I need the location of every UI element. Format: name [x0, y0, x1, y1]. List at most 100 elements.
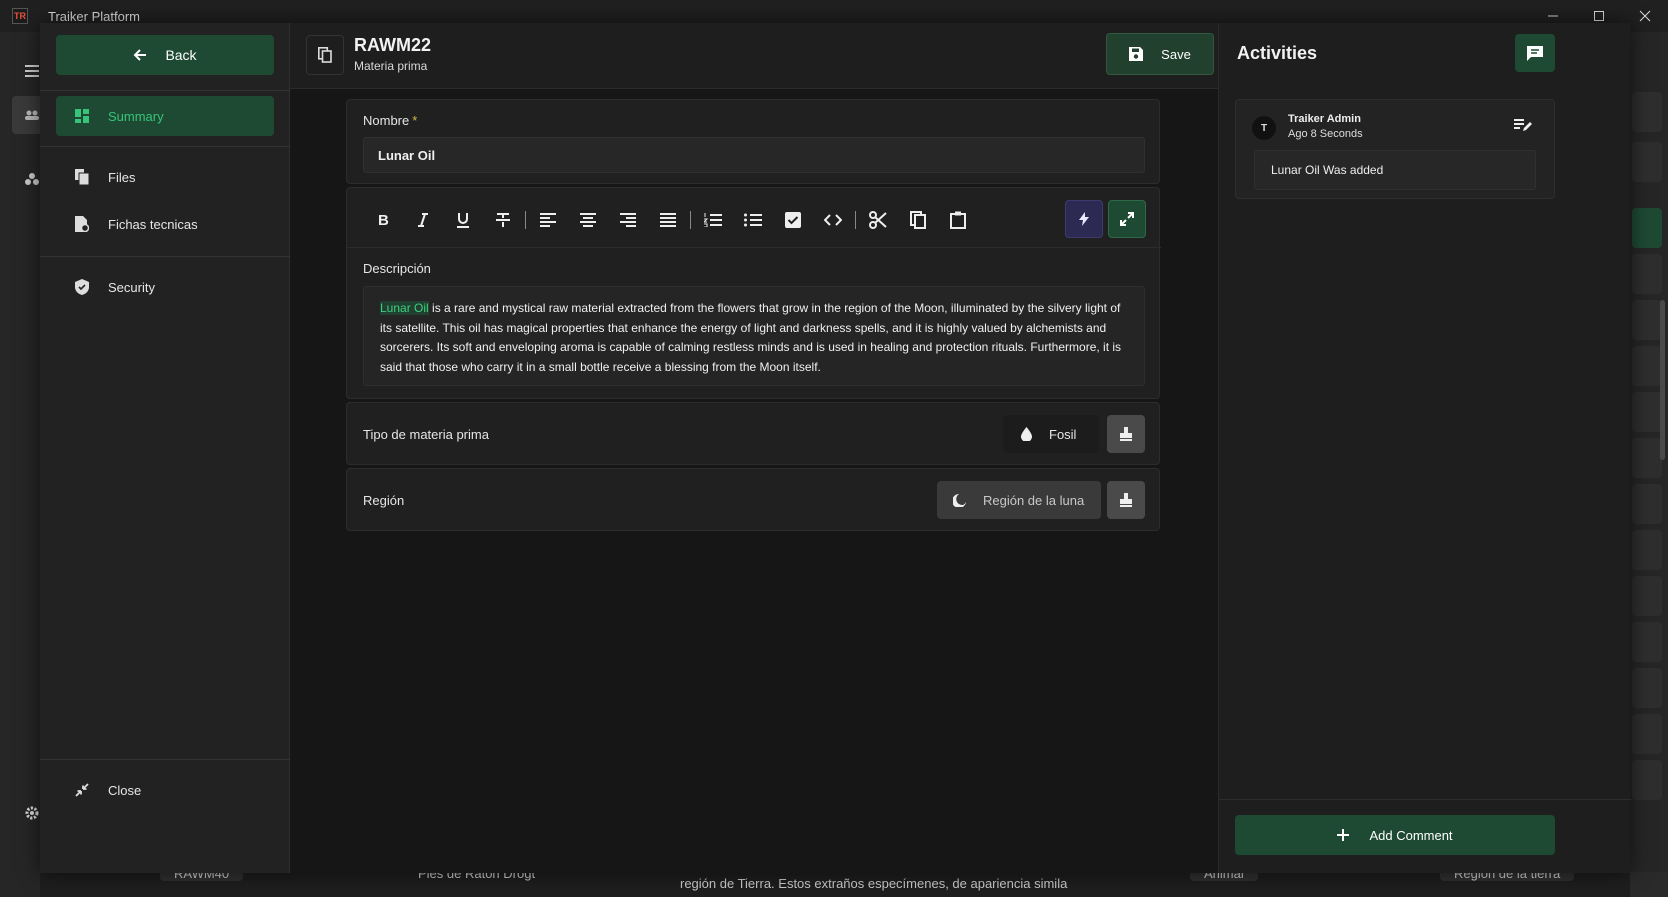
activity-user: Traiker Admin [1288, 113, 1361, 125]
code-icon [824, 214, 842, 226]
background-table-row: RAWM40 Pies de Raton Drogt región de Tie… [40, 866, 1630, 897]
italic-icon [418, 213, 428, 227]
sidebar-item-security[interactable]: Security [56, 267, 274, 307]
copy-button[interactable] [898, 202, 938, 238]
back-label: Back [165, 47, 197, 63]
align-right-icon [620, 213, 636, 227]
record-header: RAWM22 Materia prima Save [290, 23, 1218, 89]
code-button[interactable] [813, 202, 853, 238]
tipo-value-chip[interactable]: Fosil [1003, 415, 1099, 453]
back-button[interactable]: Back [56, 35, 274, 75]
stamp-icon [1120, 427, 1132, 441]
underline-button[interactable] [443, 202, 483, 238]
align-center-icon [580, 213, 596, 227]
align-justify-button[interactable] [648, 202, 688, 238]
comment-icon [1527, 46, 1543, 61]
activity-item: T Traiker Admin Ago 8 Seconds Lunar Oil … [1235, 99, 1555, 199]
record-modal: Back Summary Files Fichas tecnicas Secur… [40, 23, 1631, 873]
expand-icon [1120, 212, 1134, 226]
italic-button[interactable] [403, 202, 443, 238]
edit-note-button[interactable] [1514, 118, 1532, 132]
avatar: T [1252, 116, 1276, 140]
bullet-list-button[interactable] [733, 202, 773, 238]
bolt-icon [1079, 212, 1089, 226]
users-icon [25, 110, 39, 120]
region-value: Región de la luna [983, 492, 1085, 508]
cut-button[interactable] [858, 202, 898, 238]
save-icon [1129, 47, 1144, 61]
background-scrollbar[interactable] [1660, 300, 1665, 460]
activities-panel: Activities T Traiker Admin Ago 8 Seconds… [1218, 23, 1631, 873]
activities-title: Activities [1237, 43, 1318, 63]
app-logo: TR [12, 8, 28, 24]
align-left-button[interactable] [528, 202, 568, 238]
moon-icon [937, 493, 983, 507]
nombre-field[interactable]: Lunar Oil [363, 137, 1145, 173]
tipo-select-button[interactable] [1107, 415, 1145, 453]
bold-button[interactable]: B [363, 202, 403, 238]
numbered-list-icon [704, 213, 722, 227]
tipo-card: Tipo de materia prima Fosil [346, 402, 1160, 465]
sidebar-item-fichas-tecnicas[interactable]: Fichas tecnicas [56, 204, 274, 244]
tipo-label: Tipo de materia prima [363, 427, 489, 442]
bullet-list-icon [744, 213, 762, 227]
region-card: Región Región de la luna [346, 468, 1160, 531]
paste-icon [950, 211, 966, 229]
activity-message: Lunar Oil Was added [1254, 150, 1536, 190]
drop-icon [1003, 427, 1049, 441]
file-gear-icon [56, 216, 108, 232]
numbered-list-button[interactable] [693, 202, 733, 238]
sidebar-item-label: Fichas tecnicas [108, 216, 198, 232]
activity-time: Ago 8 Seconds [1288, 128, 1363, 140]
record-form: Nombre * Lunar Oil B Descripción Lunar O… [290, 89, 1218, 873]
sidebar-item-summary[interactable]: Summary [56, 96, 274, 136]
close-panel-button[interactable]: Close [56, 770, 274, 810]
align-right-button[interactable] [608, 202, 648, 238]
minimize-icon [1548, 15, 1558, 17]
save-button[interactable]: Save [1106, 33, 1214, 75]
close-icon [1639, 10, 1651, 22]
strikethrough-button[interactable] [483, 202, 523, 238]
background-side-rail [0, 32, 52, 897]
save-label: Save [1161, 46, 1191, 62]
close-label: Close [108, 782, 142, 798]
app-title: Traiker Platform [48, 8, 140, 24]
checkbox-icon [785, 212, 801, 228]
modal-sidebar: Back Summary Files Fichas tecnicas Secur… [40, 23, 290, 873]
bold-icon: B [378, 213, 389, 227]
nombre-label: Nombre * [363, 113, 418, 128]
ai-assist-button[interactable] [1065, 200, 1103, 238]
sidebar-item-label: Security [108, 279, 155, 295]
region-label: Región [363, 493, 405, 508]
checklist-button[interactable] [773, 202, 813, 238]
descripcion-card: B Descripción Lunar Oil is a rare and my… [346, 187, 1161, 399]
paste-button[interactable] [938, 202, 978, 238]
copy-record-button[interactable] [306, 35, 344, 75]
strikethrough-icon [496, 213, 510, 227]
groups-icon [25, 173, 39, 185]
align-center-button[interactable] [568, 202, 608, 238]
region-value-chip[interactable]: Región de la luna [937, 481, 1101, 519]
align-justify-icon [660, 213, 676, 227]
copy-icon [318, 47, 332, 63]
plus-icon [1337, 829, 1350, 841]
region-select-button[interactable] [1107, 481, 1145, 519]
gear-icon [25, 806, 39, 820]
files-icon [56, 169, 108, 185]
page-subtitle: Materia prima [354, 59, 428, 73]
underline-icon [457, 213, 469, 228]
new-comment-button[interactable] [1515, 34, 1555, 72]
add-comment-label: Add Comment [1369, 827, 1453, 843]
svg-text:B: B [378, 213, 389, 227]
collapse-icon [56, 783, 108, 797]
sidebar-item-label: Summary [108, 108, 164, 124]
tipo-value: Fosil [1049, 426, 1077, 442]
add-comment-button[interactable]: Add Comment [1235, 815, 1555, 855]
descripcion-editor[interactable]: Lunar Oil is a rare and mystical raw mat… [363, 286, 1145, 386]
sidebar-item-files[interactable]: Files [56, 157, 274, 197]
descripcion-text: is a rare and mystical raw material extr… [380, 301, 1122, 374]
expand-editor-button[interactable] [1108, 200, 1146, 238]
shield-icon [56, 279, 108, 295]
required-marker: * [412, 113, 418, 128]
page-title: RAWM22 [354, 35, 432, 55]
